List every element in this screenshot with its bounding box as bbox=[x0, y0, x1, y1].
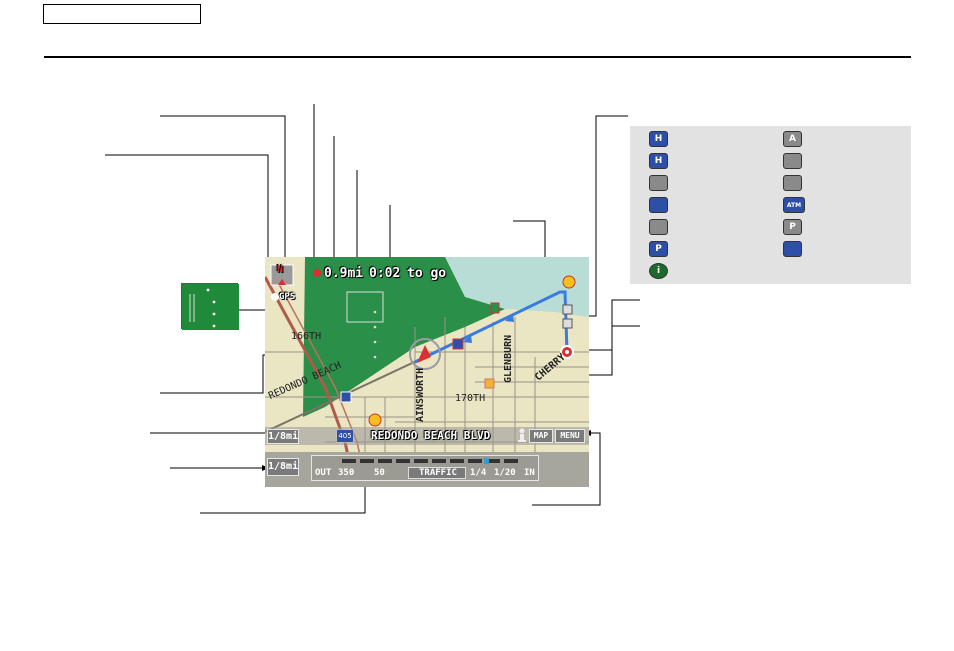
honda-dealer-icon-glyph: H bbox=[654, 134, 663, 144]
parking-icon-glyph: P bbox=[789, 222, 796, 232]
freeway-shield: 405 bbox=[337, 430, 353, 442]
distance-remaining: 0.9mi bbox=[324, 266, 364, 281]
gps-icon bbox=[271, 293, 279, 301]
traffic-value-50: 50 bbox=[374, 468, 385, 478]
zoom-inset-detail bbox=[181, 283, 239, 330]
street-ainsworth: AINSWORTH bbox=[415, 367, 426, 422]
street-166th: 166TH bbox=[291, 331, 322, 342]
menu-button[interactable]: MENU bbox=[555, 429, 585, 443]
hospital-icon-glyph: H bbox=[654, 156, 663, 166]
traffic-button[interactable]: TRAFFIC bbox=[408, 467, 466, 479]
shopping-cart-icon bbox=[649, 175, 668, 191]
traffic-out-label: OUT bbox=[315, 468, 332, 478]
school-icon bbox=[783, 153, 802, 169]
parking-icon: P bbox=[783, 219, 802, 235]
traffic-scale-ticks bbox=[342, 458, 518, 464]
acura-dealer-icon: A bbox=[783, 131, 802, 147]
poi-icon-legend: H A H ATM P Pi bbox=[630, 126, 911, 284]
traffic-value-350: 350 bbox=[338, 468, 355, 478]
gas-station-icon bbox=[649, 197, 668, 213]
traffic-value-1-20: 1/20 bbox=[494, 468, 516, 478]
honda-dealer-icon: H bbox=[649, 131, 668, 147]
traffic-value-1-4: 1/4 bbox=[470, 468, 487, 478]
hotel-map-icon bbox=[783, 175, 802, 191]
lodging-bed-icon bbox=[649, 219, 668, 235]
person-pin-icon bbox=[517, 428, 527, 442]
gps-label: GPS bbox=[279, 292, 296, 302]
time-remaining: 0:02 bbox=[369, 266, 401, 281]
street-glenburn: GLENBURN bbox=[503, 334, 514, 383]
atm-icon-glyph: ATM bbox=[786, 201, 802, 209]
compass-letter: N bbox=[277, 264, 284, 275]
hospital-icon: H bbox=[649, 153, 668, 169]
parking-garage-icon-glyph: P bbox=[655, 244, 662, 254]
parking-garage-icon: P bbox=[649, 241, 668, 257]
acura-dealer-icon-glyph: A bbox=[789, 134, 796, 144]
information-icon: i bbox=[649, 263, 668, 279]
map-button[interactable]: MAP bbox=[529, 429, 553, 443]
post-office-icon bbox=[783, 241, 802, 257]
navigation-map-screen[interactable]: N 0.9mi 0:02 to go GPS 166TH REDONDO BEA… bbox=[265, 257, 589, 487]
information-icon-glyph: i bbox=[656, 266, 661, 276]
atm-icon: ATM bbox=[783, 197, 805, 213]
scale-bottom-button[interactable]: 1/8mi bbox=[267, 458, 299, 476]
street-170th: 170TH bbox=[455, 393, 486, 404]
scale-top-button[interactable]: 1/8mi bbox=[267, 429, 299, 444]
traffic-label: TRAFFIC bbox=[419, 468, 457, 478]
traffic-rebate-panel: OUT 350 50 TRAFFIC 1/4 1/20 IN bbox=[311, 455, 539, 481]
traffic-in-label: IN bbox=[524, 468, 535, 478]
to-go-label: to go bbox=[407, 266, 447, 281]
current-street-name: REDONDO BEACH BLVD bbox=[371, 429, 491, 442]
